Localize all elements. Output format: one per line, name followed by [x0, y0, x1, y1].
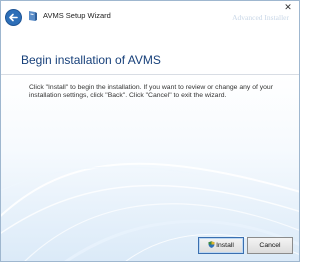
window-title: AVMS Setup Wizard: [43, 11, 111, 20]
close-button[interactable]: ✕: [283, 2, 293, 12]
instructions-text: Click "Install" to begin the installatio…: [29, 84, 273, 100]
title-bar: AVMS Setup Wizard Advanced Installer ✕: [1, 1, 299, 32]
setup-app-icon: [29, 11, 37, 21]
install-button-label: Install: [216, 242, 234, 249]
back-button[interactable]: [5, 9, 22, 26]
cancel-button[interactable]: Cancel: [247, 237, 293, 254]
install-button[interactable]: Install: [198, 237, 244, 254]
background-swirls: [1, 162, 299, 261]
installer-watermark: Advanced Installer: [232, 13, 289, 22]
setup-wizard-window: AVMS Setup Wizard Advanced Installer ✕ B…: [0, 0, 300, 262]
wizard-content: Click "Install" to begin the installatio…: [1, 75, 299, 261]
page-title: Begin installation of AVMS: [21, 53, 161, 67]
uac-shield-icon: [208, 241, 215, 248]
wizard-header: Begin installation of AVMS: [1, 32, 299, 74]
back-arrow-icon: [9, 13, 18, 22]
